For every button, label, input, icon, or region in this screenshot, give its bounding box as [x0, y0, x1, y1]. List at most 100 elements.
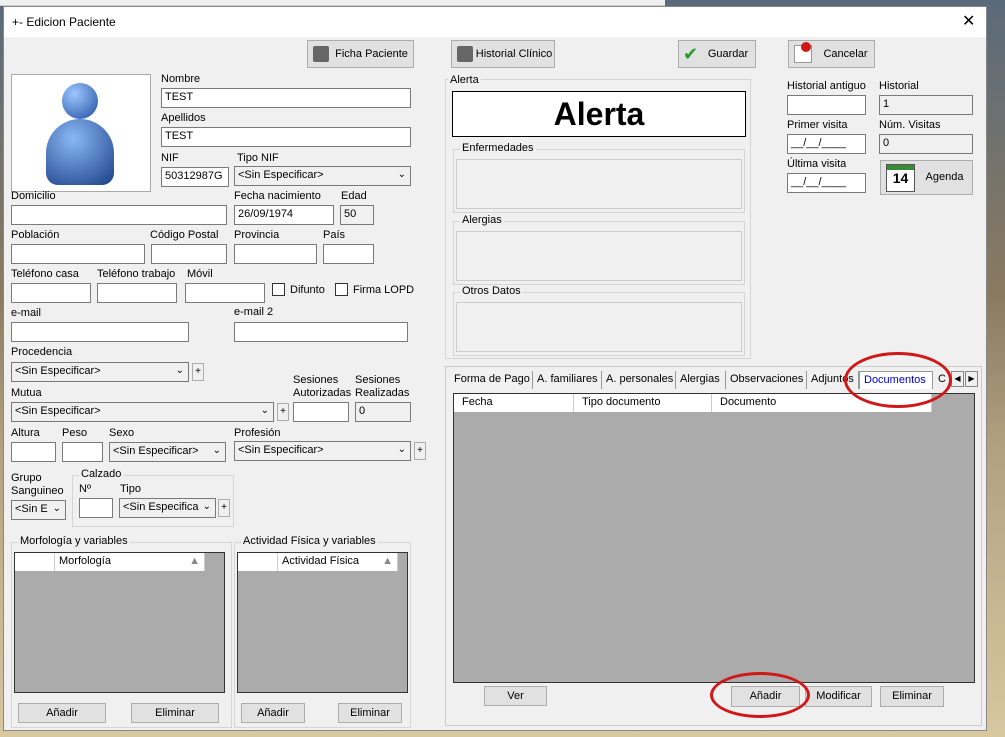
enfermedades-field[interactable]: [456, 159, 742, 209]
documentos-grid[interactable]: Fecha Tipo documento Documento: [453, 393, 975, 683]
profesion-select[interactable]: <Sin Especificar> ⌄: [234, 441, 411, 461]
actividad-column-header[interactable]: Actividad Física ▲: [278, 553, 398, 571]
tab-more[interactable]: C: [934, 371, 950, 389]
calzado-numero-field[interactable]: [79, 498, 113, 518]
historial-clinico-button[interactable]: Historial Clínico: [451, 40, 555, 68]
eliminar-document-button[interactable]: Eliminar: [880, 686, 944, 707]
nombre-field[interactable]: TEST: [161, 88, 411, 108]
tab-a-personales[interactable]: A. personales: [602, 371, 676, 389]
telefono-trabajo-field[interactable]: [97, 283, 177, 303]
provincia-field[interactable]: [234, 244, 317, 264]
tab-documentos[interactable]: Documentos: [859, 371, 933, 389]
morfologia-grid[interactable]: Morfología ▲: [14, 552, 225, 693]
tipo-nif-select[interactable]: <Sin Especificar> ⌄: [234, 166, 411, 186]
domicilio-field[interactable]: [11, 205, 227, 225]
actividad-grid[interactable]: Actividad Física ▲: [237, 552, 408, 693]
fecha-nacimiento-label: Fecha nacimiento: [234, 190, 321, 202]
mutua-select[interactable]: <Sin Especificar> ⌄: [11, 402, 274, 422]
add-mutua-button[interactable]: +: [277, 403, 289, 421]
poblacion-field[interactable]: [11, 244, 145, 264]
title-bar: +- Edicion Paciente ✕: [4, 7, 986, 37]
domicilio-label: Domicilio: [11, 190, 56, 202]
otros-datos-label: Otros Datos: [460, 285, 523, 297]
codigo-postal-field[interactable]: [151, 244, 227, 264]
peso-field[interactable]: [62, 442, 103, 462]
profesion-label: Profesión: [234, 427, 281, 439]
morfologia-add-button[interactable]: Añadir: [18, 703, 106, 723]
checkmark-icon: ✔: [683, 44, 699, 64]
num-visitas-field: 0: [879, 134, 973, 154]
tab-observaciones[interactable]: Observaciones: [726, 371, 807, 389]
altura-field[interactable]: [11, 442, 56, 462]
grupo-sanguineo-select[interactable]: <Sin E ⌄: [11, 500, 66, 520]
tab-forma-de-pago[interactable]: Forma de Pago: [450, 371, 533, 389]
pais-label: País: [323, 229, 346, 241]
sesiones-autorizadas-field[interactable]: [293, 402, 349, 422]
historial-antiguo-field[interactable]: [787, 95, 866, 115]
calzado-tipo-select[interactable]: <Sin Especifica ⌄: [119, 498, 216, 518]
procedencia-select[interactable]: <Sin Especificar> ⌄: [11, 362, 189, 382]
apellidos-field[interactable]: TEST: [161, 127, 411, 147]
movil-field[interactable]: [185, 283, 265, 303]
ficha-paciente-button[interactable]: Ficha Paciente: [307, 40, 414, 68]
chevron-down-icon: ⌄: [175, 365, 184, 376]
guardar-button[interactable]: ✔ Guardar: [678, 40, 756, 68]
tab-scroll-left-icon[interactable]: ◀: [951, 371, 964, 387]
chevron-down-icon: ⌄: [212, 445, 221, 456]
tab-scroll-right-icon[interactable]: ▶: [965, 371, 978, 387]
close-icon[interactable]: ✕: [962, 11, 975, 31]
window-title: +- Edicion Paciente: [12, 15, 116, 29]
avatar[interactable]: [11, 74, 151, 192]
sort-up-icon: ▲: [382, 555, 393, 567]
pais-field[interactable]: [323, 244, 374, 264]
morfologia-column-header[interactable]: Morfología ▲: [55, 553, 205, 571]
chevron-down-icon: ⌄: [397, 444, 406, 455]
difunto-checkbox[interactable]: [272, 283, 285, 296]
peso-label: Peso: [62, 427, 88, 439]
altura-label: Altura: [11, 427, 40, 439]
tab-adjuntos[interactable]: Adjuntos: [807, 371, 859, 389]
telefono-casa-label: Teléfono casa: [11, 268, 79, 280]
actividad-delete-button[interactable]: Eliminar: [338, 703, 402, 723]
modificar-button[interactable]: Modificar: [805, 686, 872, 707]
edad-field: 50: [340, 205, 374, 225]
alergias-field[interactable]: [456, 231, 742, 281]
otros-datos-field[interactable]: [456, 302, 742, 352]
printer-icon: [313, 46, 329, 62]
nif-field[interactable]: 50312987G: [161, 167, 229, 187]
fecha-nacimiento-field[interactable]: 26/09/1974: [234, 205, 334, 225]
cancelar-button[interactable]: Cancelar: [788, 40, 875, 68]
calzado-label: Calzado: [79, 468, 124, 480]
telefono-casa-field[interactable]: [11, 283, 91, 303]
person-body-icon: [46, 119, 114, 185]
edad-label: Edad: [341, 190, 367, 202]
add-procedencia-button[interactable]: +: [192, 363, 204, 381]
tipo-documento-column-header[interactable]: Tipo documento: [574, 394, 712, 412]
grupo-sanguineo-label: Grupo Sanguineo: [11, 472, 64, 497]
tab-a-familiares[interactable]: A. familiares: [533, 371, 602, 389]
tipo-label: Tipo: [120, 483, 141, 495]
sexo-select[interactable]: <Sin Especificar> ⌄: [109, 442, 226, 462]
email-label: e-mail: [11, 307, 41, 319]
ver-button[interactable]: Ver: [484, 686, 547, 706]
tab-alergias[interactable]: Alergias: [676, 371, 726, 389]
alergias-label: Alergias: [460, 214, 504, 226]
actividad-add-button[interactable]: Añadir: [241, 703, 305, 723]
firma-lopd-checkbox[interactable]: [335, 283, 348, 296]
chevron-down-icon: ⌄: [260, 405, 269, 416]
procedencia-label: Procedencia: [11, 346, 73, 358]
fecha-column-header[interactable]: Fecha: [454, 394, 574, 412]
email2-field[interactable]: [234, 322, 408, 342]
agenda-button[interactable]: 14 Agenda: [880, 160, 973, 195]
add-profesion-button[interactable]: +: [414, 442, 426, 460]
morfologia-delete-button[interactable]: Eliminar: [131, 703, 219, 723]
morfologia-title: Morfología y variables: [18, 535, 130, 547]
email-field[interactable]: [11, 322, 189, 342]
ultima-visita-field[interactable]: __/__/____: [787, 173, 866, 193]
documento-column-header[interactable]: Documento: [712, 394, 932, 412]
primer-visita-field[interactable]: __/__/____: [787, 134, 866, 154]
calendar-icon: 14: [886, 164, 915, 192]
codigo-postal-label: Código Postal: [150, 229, 219, 241]
anadir-document-button[interactable]: Añadir: [731, 686, 800, 707]
add-calzado-button[interactable]: +: [218, 499, 230, 517]
